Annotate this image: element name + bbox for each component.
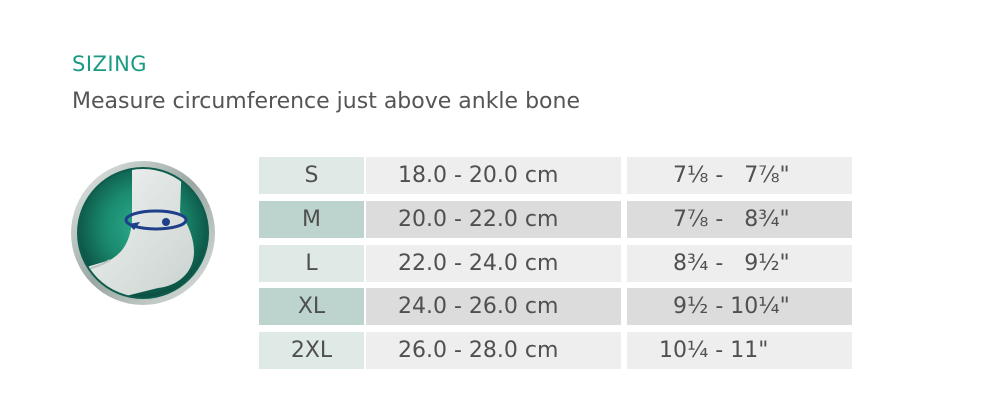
table-row: L 22.0 - 24.0 cm 8¾ - 9½" [259, 245, 852, 282]
table-row: S 18.0 - 20.0 cm 7⅛ - 7⅞" [259, 157, 852, 194]
table-row: 2XL 26.0 - 28.0 cm 10¼ - 11" [259, 332, 852, 369]
sizing-title: SIZING [72, 52, 148, 76]
size-cm-range: 18.0 - 20.0 cm [366, 157, 621, 194]
table-row: M 20.0 - 22.0 cm 7⅞ - 8¾" [259, 201, 852, 238]
size-cm-range: 26.0 - 28.0 cm [366, 332, 621, 369]
size-label: L [259, 245, 364, 282]
size-label: M [259, 201, 364, 238]
size-cm-range: 20.0 - 22.0 cm [366, 201, 621, 238]
size-label: S [259, 157, 364, 194]
table-row: XL 24.0 - 26.0 cm 9½ - 10¼" [259, 288, 852, 325]
size-inch-range: 9½ - 10¼" [627, 288, 852, 325]
size-cm-range: 24.0 - 26.0 cm [366, 288, 621, 325]
size-cm-range: 22.0 - 24.0 cm [366, 245, 621, 282]
size-inch-range: 7⅛ - 7⅞" [627, 157, 852, 194]
ankle-measure-icon [70, 160, 216, 306]
size-inch-range: 7⅞ - 8¾" [627, 201, 852, 238]
size-label: 2XL [259, 332, 364, 369]
size-inch-range: 8¾ - 9½" [627, 245, 852, 282]
measurement-instruction: Measure circumference just above ankle b… [72, 89, 580, 114]
size-label: XL [259, 288, 364, 325]
size-inch-range: 10¼ - 11" [627, 332, 852, 369]
